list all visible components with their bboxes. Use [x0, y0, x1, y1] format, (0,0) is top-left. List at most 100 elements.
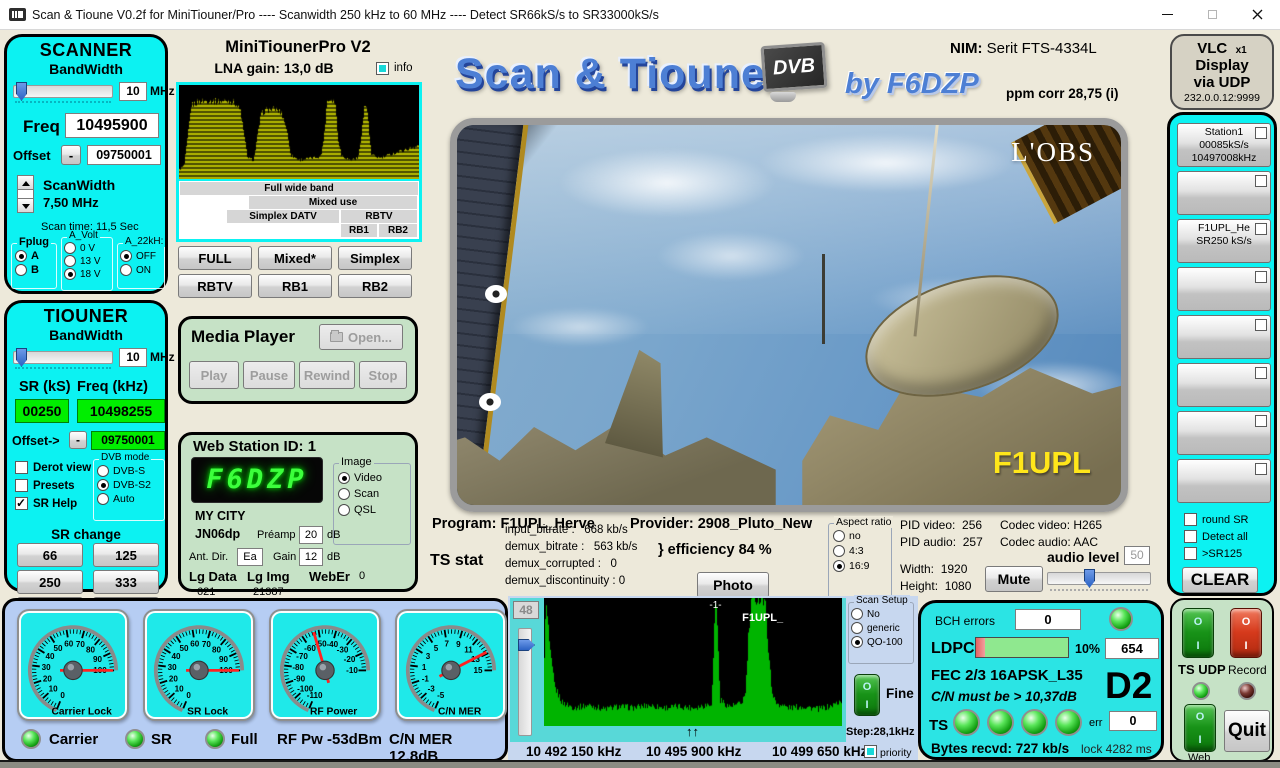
tiouner-offset-sign-button[interactable]: -	[69, 431, 87, 449]
radio-0-v[interactable]: 0 V	[64, 242, 110, 254]
mp-button-rewind[interactable]: Rewind	[299, 361, 355, 389]
station-checkbox[interactable]	[1255, 367, 1267, 379]
photo-button[interactable]: Photo	[697, 572, 769, 598]
station-checkbox[interactable]	[1255, 319, 1267, 331]
stations-option--sr125[interactable]: >SR125	[1184, 547, 1248, 560]
radio-18-v[interactable]: 18 V	[64, 268, 110, 280]
minimize-button[interactable]	[1145, 0, 1190, 30]
radio-no[interactable]: no	[833, 530, 887, 542]
close-button[interactable]	[1235, 0, 1280, 30]
scanner-freq-value[interactable]: 10495900	[65, 113, 159, 138]
station-button-6[interactable]	[1177, 363, 1271, 407]
antdir-value[interactable]: Ea	[237, 548, 263, 566]
mp-button-pause[interactable]: Pause	[243, 361, 295, 389]
station-checkbox[interactable]	[1255, 271, 1267, 283]
station-button-1[interactable]: Station100085kS/s10497008kHz	[1177, 123, 1271, 167]
station-checkbox[interactable]	[1255, 127, 1267, 139]
station-button-3[interactable]: F1UPL_HeSR250 kS/s	[1177, 219, 1271, 263]
sr-button-250[interactable]: 250	[17, 570, 83, 594]
radio-a[interactable]: A	[15, 250, 53, 262]
scanwidth-up-button[interactable]	[17, 175, 34, 190]
radio-qo-100[interactable]: QO-100	[851, 636, 911, 648]
band-mixed-use[interactable]: Mixed use	[249, 196, 417, 209]
checkbox-presets[interactable]: Presets	[15, 479, 91, 492]
scanner-bandwidth-slider[interactable]	[13, 85, 113, 98]
radio-off[interactable]: OFF	[120, 250, 162, 262]
web-toggle[interactable]: O I	[1184, 704, 1216, 752]
audio-level-slider-thumb[interactable]	[1084, 569, 1095, 588]
audio-level-slider[interactable]	[1047, 572, 1151, 585]
radio-b[interactable]: B	[15, 264, 53, 276]
scanner-bandwidth-value[interactable]: 10	[119, 82, 147, 101]
station-checkbox[interactable]	[1255, 463, 1267, 475]
scanner-offset-sign-button[interactable]: -	[61, 145, 81, 165]
radio-scan[interactable]: Scan	[338, 488, 406, 500]
checkbox-derot-view[interactable]: Derot view	[15, 461, 91, 474]
station-button-4[interactable]	[1177, 267, 1271, 311]
station-button-5[interactable]	[1177, 315, 1271, 359]
video-display[interactable]: L'OBS F1UPL	[450, 118, 1128, 512]
scanner-offset-value[interactable]: 09750001	[87, 145, 161, 165]
quit-button[interactable]: Quit	[1224, 710, 1270, 752]
station-checkbox[interactable]	[1255, 223, 1267, 235]
station-checkbox[interactable]	[1255, 175, 1267, 187]
mute-button[interactable]: Mute	[985, 566, 1043, 592]
band-button-rb2[interactable]: RB2	[338, 274, 412, 298]
station-checkbox[interactable]	[1255, 415, 1267, 427]
band-button-full[interactable]: FULL	[178, 246, 252, 270]
band-button-mixed-[interactable]: Mixed*	[258, 246, 332, 270]
sr-button-125[interactable]: 125	[93, 543, 159, 567]
radio-qsl[interactable]: QSL	[338, 504, 406, 516]
scan-gain-slider[interactable]	[518, 628, 532, 736]
tiouner-freq-value[interactable]: 10498255	[77, 399, 165, 423]
radio-generic[interactable]: generic	[851, 622, 911, 634]
stations-option-detect-all[interactable]: Detect all	[1184, 530, 1248, 543]
radio-on[interactable]: ON	[120, 264, 162, 276]
sr-button-333[interactable]: 333	[93, 570, 159, 594]
station-button-7[interactable]	[1177, 411, 1271, 455]
priority-checkbox[interactable]	[864, 745, 877, 758]
mp-button-play[interactable]: Play	[189, 361, 239, 389]
radio-4-3[interactable]: 4:3	[833, 545, 887, 557]
audio-level-value[interactable]: 50	[1124, 546, 1150, 565]
tiouner-bandwidth-slider[interactable]	[13, 351, 113, 364]
stations-option-round-sr[interactable]: round SR	[1184, 513, 1248, 526]
radio-no[interactable]: No	[851, 608, 911, 620]
band-button-rb1[interactable]: RB1	[258, 274, 332, 298]
station-button-8[interactable]	[1177, 459, 1271, 503]
checkbox-sr-help[interactable]: SR Help	[15, 497, 91, 510]
record-toggle[interactable]: O I	[1230, 608, 1262, 658]
band-rb1[interactable]: RB1	[341, 224, 377, 237]
ts-udp-toggle[interactable]: O I	[1182, 608, 1214, 658]
band-button-rbtv[interactable]: RBTV	[178, 274, 252, 298]
tiouner-bandwidth-slider-thumb[interactable]	[16, 348, 27, 367]
gain-value[interactable]: 12	[299, 548, 323, 566]
radio-auto[interactable]: Auto	[97, 493, 161, 505]
open-button[interactable]: Open...	[319, 324, 403, 350]
fine-toggle[interactable]: O I	[854, 674, 880, 716]
band-rb2[interactable]: RB2	[379, 224, 417, 237]
radio-dvb-s[interactable]: DVB-S	[97, 465, 161, 477]
scanner-bandwidth-slider-thumb[interactable]	[16, 82, 27, 101]
scan-gain-slider-thumb[interactable]	[518, 639, 535, 651]
band-simplex-datv[interactable]: Simplex DATV	[227, 210, 339, 223]
info-checkbox[interactable]	[376, 62, 389, 75]
preamp-value[interactable]: 20	[299, 526, 323, 544]
band-rbtv[interactable]: RBTV	[341, 210, 417, 223]
scan-gain-value[interactable]: 48	[513, 601, 539, 619]
mp-button-stop[interactable]: Stop	[359, 361, 407, 389]
tiouner-sr-value[interactable]: 00250	[15, 399, 69, 423]
band-button-simplex[interactable]: Simplex	[338, 246, 412, 270]
maximize-button[interactable]	[1190, 0, 1235, 30]
radio-13-v[interactable]: 13 V	[64, 255, 110, 267]
radio-video[interactable]: Video	[338, 472, 406, 484]
station-button-2[interactable]	[1177, 171, 1271, 215]
sr-button-66[interactable]: 66	[17, 543, 83, 567]
scanwidth-down-button[interactable]	[17, 198, 34, 213]
tiouner-offset-value[interactable]: 09750001	[91, 431, 165, 450]
radio-16-9[interactable]: 16:9	[833, 560, 887, 572]
radio-dvb-s2[interactable]: DVB-S2	[97, 479, 161, 491]
band-full-wide[interactable]: Full wide band	[180, 182, 418, 195]
tiouner-bandwidth-value[interactable]: 10	[119, 348, 147, 367]
clear-button[interactable]: CLEAR	[1182, 567, 1258, 593]
